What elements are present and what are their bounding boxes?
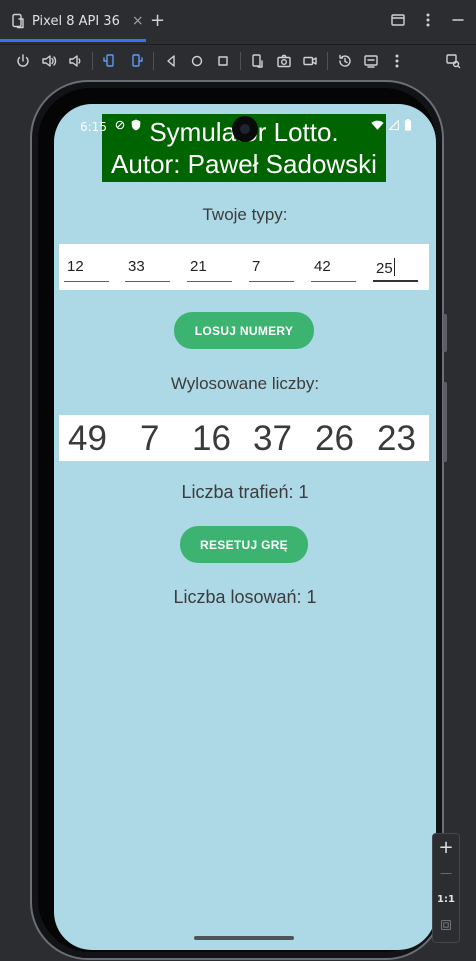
history-icon <box>339 54 351 67</box>
device-mirror-button[interactable] <box>440 48 466 74</box>
rotate-left-icon <box>103 53 114 67</box>
your-picks-label: Twoje typy: <box>202 205 288 224</box>
display-mode-icon <box>364 54 378 68</box>
drawn-number-5: 26 <box>315 419 354 458</box>
home-icon <box>191 55 203 66</box>
pick-input-5[interactable]: 42 <box>311 254 356 282</box>
device-icon <box>12 13 24 29</box>
pick-value: 33 <box>128 258 145 275</box>
pick-input-2[interactable]: 33 <box>125 254 170 282</box>
signal-icon <box>388 119 400 131</box>
rotate-right-icon <box>132 53 143 67</box>
tab-close-button[interactable]: × <box>132 13 144 29</box>
zoom-panel: + — 1:1 <box>432 833 460 943</box>
hits-count-text: Liczba trafień: 1 <box>181 482 309 502</box>
display-mode-button[interactable] <box>358 48 384 74</box>
toolbar-divider <box>240 51 241 70</box>
tab-active-indicator <box>0 39 146 42</box>
pick-value: 12 <box>67 258 84 275</box>
zoom-in-button[interactable]: + <box>433 834 459 860</box>
volume-up-icon <box>42 54 57 67</box>
minimize-icon[interactable] <box>450 12 466 28</box>
pick-input-1[interactable]: 12 <box>64 254 109 282</box>
fold-button[interactable] <box>245 48 271 74</box>
fold-icon <box>252 53 263 68</box>
gesture-home-bar[interactable] <box>194 936 294 940</box>
shield-icon <box>131 119 141 131</box>
draws-count-text: Liczba losowań: 1 <box>173 587 317 607</box>
phone-frame: Symulator Lotto. Autor: Paweł Sadowski 6… <box>30 80 447 960</box>
add-tab-button[interactable]: + <box>150 10 165 31</box>
battery-icon <box>405 119 411 131</box>
reset-game-button[interactable]: RESETUJ GRĘ <box>180 526 308 563</box>
volume-up-button[interactable] <box>36 48 62 74</box>
drawn-number-4: 37 <box>253 419 292 458</box>
drawn-number-3: 16 <box>192 419 231 458</box>
zoom-actual-size-button[interactable]: 1:1 <box>433 886 459 912</box>
picks-input-row: 12 33 21 7 42 25 <box>59 244 429 290</box>
rotate-left-button[interactable] <box>97 48 123 74</box>
rotate-right-button[interactable] <box>123 48 149 74</box>
device-mirror-icon <box>446 54 461 69</box>
snapshot-button[interactable] <box>332 48 358 74</box>
app-title-line-2: Autor: Paweł Sadowski <box>111 149 377 179</box>
pick-value: 25 <box>376 260 393 277</box>
front-camera <box>232 116 258 142</box>
tab-label: Pixel 8 API 36 <box>32 13 120 29</box>
toolbar-divider <box>92 51 93 70</box>
pick-input-3[interactable]: 21 <box>187 254 232 282</box>
screenshot-button[interactable] <box>271 48 297 74</box>
power-side-button <box>443 314 447 352</box>
emulator-toolbar <box>0 44 476 76</box>
tab-pixel-8[interactable]: Pixel 8 API 36 × <box>0 0 146 42</box>
toolbar-divider <box>153 51 154 70</box>
more-options-button[interactable] <box>384 48 410 74</box>
drawn-number-6: 23 <box>377 419 416 458</box>
status-time: 6:15 <box>80 120 107 134</box>
back-icon <box>167 54 175 67</box>
volume-down-button[interactable] <box>62 48 88 74</box>
status-right-icons <box>371 119 412 131</box>
fit-screen-icon <box>440 919 452 931</box>
drawn-number-2: 7 <box>140 419 160 458</box>
pick-input-6[interactable]: 25 <box>373 254 418 282</box>
data-saver-icon <box>115 120 125 130</box>
zoom-out-button[interactable]: — <box>433 860 459 886</box>
more-vertical-icon <box>395 54 399 67</box>
ide-tab-bar: Pixel 8 API 36 × + <box>0 0 476 42</box>
volume-side-button <box>443 382 447 462</box>
video-icon <box>303 56 317 65</box>
overview-button[interactable] <box>210 48 236 74</box>
back-button[interactable] <box>158 48 184 74</box>
zoom-fit-button[interactable] <box>433 912 459 938</box>
draw-numbers-button[interactable]: LOSUJ NUMERY <box>174 312 314 349</box>
overview-icon <box>218 55 228 66</box>
window-icon[interactable] <box>390 12 406 28</box>
drawn-numbers-row: 49 7 16 37 26 23 <box>59 415 429 461</box>
drawn-numbers-label: Wylosowane liczby: <box>170 374 320 393</box>
text-cursor <box>393 258 395 276</box>
power-button[interactable] <box>10 48 36 74</box>
pick-value: 21 <box>190 258 207 275</box>
power-icon <box>17 53 29 67</box>
drawn-number-1: 49 <box>68 419 107 458</box>
pick-value: 42 <box>314 258 331 275</box>
status-left-icons <box>114 119 142 131</box>
pick-value: 7 <box>252 258 261 275</box>
more-vertical-icon[interactable] <box>420 12 436 28</box>
phone-bezel: Symulator Lotto. Autor: Paweł Sadowski 6… <box>38 88 436 952</box>
record-button[interactable] <box>297 48 323 74</box>
pick-input-4[interactable]: 7 <box>249 254 294 282</box>
device-screen[interactable]: Symulator Lotto. Autor: Paweł Sadowski 6… <box>54 104 436 950</box>
wifi-icon <box>371 120 384 130</box>
volume-down-icon <box>69 54 81 67</box>
home-button[interactable] <box>184 48 210 74</box>
toolbar-divider <box>327 51 328 70</box>
camera-icon <box>277 54 291 67</box>
